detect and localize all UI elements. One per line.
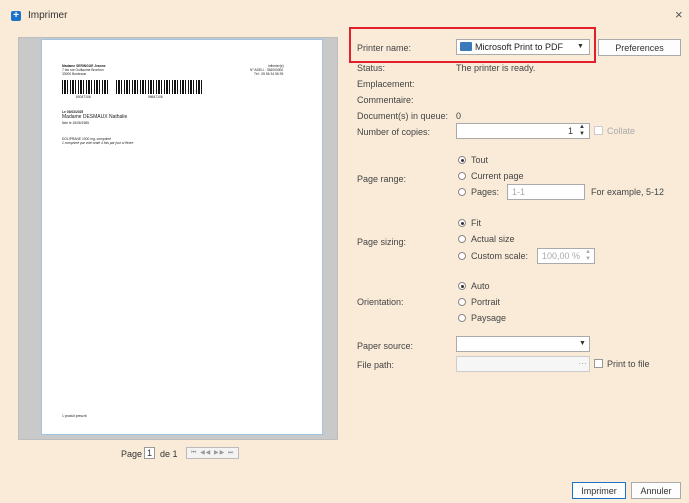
barcode-left xyxy=(62,80,108,94)
status-value: The printer is ready. xyxy=(456,63,536,73)
page-range-label: Page range: xyxy=(357,174,407,184)
page-total: de 1 xyxy=(160,449,178,459)
copies-value: 1 xyxy=(568,126,574,136)
close-icon[interactable]: × xyxy=(675,7,683,22)
radio-icon xyxy=(458,298,466,306)
preview-born: Née le 15/06/1985 xyxy=(62,121,89,125)
page-range-all-label: Tout xyxy=(471,155,489,165)
orientation-auto-radio[interactable]: Auto xyxy=(458,281,490,291)
queue-label: Document(s) in queue: xyxy=(357,111,449,121)
sizing-actual-label: Actual size xyxy=(471,234,515,244)
page-navigation-buttons[interactable]: ⏮ ◀◀ ▶▶ ⏭ xyxy=(186,447,240,459)
sizing-actual-radio[interactable]: Actual size xyxy=(458,234,515,244)
barcode-left-number: 80047106 xyxy=(76,95,91,99)
preview-dosage: 1 comprimé par voie orale 4 fois par jou… xyxy=(62,141,134,145)
chevron-down-icon: ▼ xyxy=(579,340,586,347)
sizing-custom-radio[interactable]: Custom scale: xyxy=(458,251,528,261)
page-sizing-label: Page sizing: xyxy=(357,237,407,247)
orientation-portrait-radio[interactable]: Portrait xyxy=(458,297,500,307)
paper-source-label: Paper source: xyxy=(357,341,414,351)
barcode-right xyxy=(116,80,204,94)
page-range-pages-label: Pages: xyxy=(471,187,500,197)
print-dialog-icon: + xyxy=(11,11,21,21)
radio-icon xyxy=(458,252,466,260)
preview-right-phone: Tél : 05 56 34 56 99 xyxy=(254,72,284,76)
preview-sender-city: 33000 Bordeaux xyxy=(62,72,87,76)
sizing-custom-label: Custom scale: xyxy=(471,251,529,261)
orientation-label: Orientation: xyxy=(357,297,404,307)
preferences-button[interactable]: Preferences xyxy=(598,39,681,56)
browse-icon[interactable]: ··· xyxy=(578,358,587,368)
orientation-landscape-label: Paysage xyxy=(471,313,507,323)
custom-scale-stepper[interactable]: 100,00 % ▲ ▼ xyxy=(537,248,595,264)
sizing-fit-radio[interactable]: Fit xyxy=(458,218,481,228)
pages-input-value: 1-1 xyxy=(512,187,526,197)
radio-selected-icon xyxy=(458,156,466,164)
status-label: Status: xyxy=(357,63,386,73)
printer-select-value: Microsoft Print to PDF xyxy=(475,42,564,52)
page-label: Page xyxy=(121,449,143,459)
page-range-current-radio[interactable]: Current page xyxy=(458,171,524,181)
comment-label: Commentaire: xyxy=(357,95,414,105)
print-to-file-label: Print to file xyxy=(607,359,650,369)
orientation-landscape-radio[interactable]: Paysage xyxy=(458,313,506,323)
radio-icon xyxy=(458,314,466,322)
preview-footer: 1 produit prescrit xyxy=(62,414,87,418)
cancel-button[interactable]: Annuler xyxy=(631,482,681,499)
printer-select[interactable]: Microsoft Print to PDF ▼ xyxy=(456,39,590,55)
radio-icon xyxy=(458,188,466,196)
print-button[interactable]: Imprimer xyxy=(572,482,626,499)
sizing-fit-label: Fit xyxy=(471,218,481,228)
preview-page: Madame SERINGUE Jeanne 7 bis rue Guillau… xyxy=(41,39,323,435)
barcode-right-number: 98647106 xyxy=(148,95,163,99)
printer-icon xyxy=(460,42,472,51)
pages-input[interactable]: 1-1 xyxy=(507,184,585,200)
collate-checkbox[interactable]: Collate xyxy=(594,126,635,136)
orientation-auto-label: Auto xyxy=(471,281,490,291)
printer-name-label: Printer name: xyxy=(357,43,412,53)
window-title: Imprimer xyxy=(28,10,68,21)
spinner-arrows-icon[interactable]: ▲ ▼ xyxy=(585,249,591,263)
copies-stepper[interactable]: 1 ▲ ▼ xyxy=(456,123,590,139)
copies-label: Number of copies: xyxy=(357,127,431,137)
spinner-arrows-icon[interactable]: ▲ ▼ xyxy=(579,124,585,138)
radio-selected-icon xyxy=(458,282,466,290)
file-path-input[interactable]: ··· xyxy=(456,356,590,372)
title-bar xyxy=(0,0,689,30)
page-range-current-label: Current page xyxy=(471,171,524,181)
radio-icon xyxy=(458,235,466,243)
paper-source-select[interactable]: ▼ xyxy=(456,336,590,352)
file-path-label: File path: xyxy=(357,360,395,370)
radio-icon xyxy=(458,172,466,180)
page-number-input[interactable]: 1 xyxy=(144,447,156,459)
page-range-pages-radio[interactable]: Pages: xyxy=(458,187,499,197)
collate-label: Collate xyxy=(607,126,636,136)
checkbox-icon xyxy=(594,126,603,135)
page-range-example: For example, 5-12 xyxy=(591,187,665,197)
page-range-all-radio[interactable]: Tout xyxy=(458,155,488,165)
print-to-file-checkbox[interactable]: Print to file xyxy=(594,359,650,369)
checkbox-icon xyxy=(594,359,603,368)
queue-value: 0 xyxy=(456,111,462,121)
radio-selected-icon xyxy=(458,219,466,227)
orientation-portrait-label: Portrait xyxy=(471,297,501,307)
custom-scale-value: 100,00 % xyxy=(542,251,581,261)
preview-patient: Madame DESMAUX Nathalie xyxy=(62,114,128,120)
location-label: Emplacement: xyxy=(357,79,415,89)
chevron-down-icon: ▼ xyxy=(577,43,584,50)
